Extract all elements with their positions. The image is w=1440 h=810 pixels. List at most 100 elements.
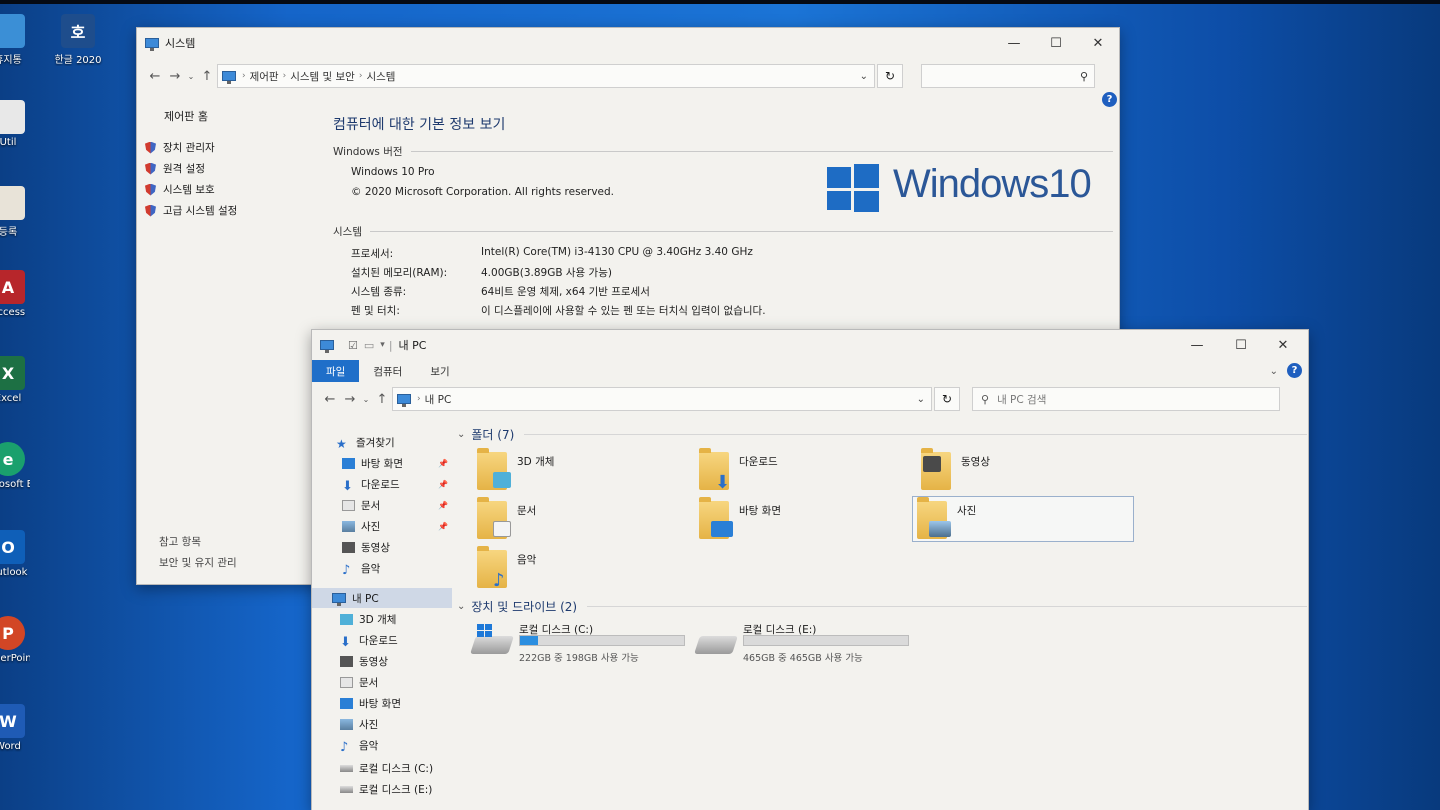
system-left-pane: 제어판 홈 장치 관리자 원격 설정 시스템 보호 고급 시스템 설정 참고 항… [137, 98, 317, 584]
desktop-icon-word[interactable]: W Word [0, 704, 30, 752]
system-section: 시스템 [333, 224, 1113, 239]
nav-pc-desktop[interactable]: 바탕 화면 [312, 693, 452, 713]
maximize-button[interactable]: ☐ [1035, 28, 1077, 58]
nav-pc-videos[interactable]: 동영상 [312, 651, 452, 671]
nav-pc-3d-objects[interactable]: 3D 개체 [312, 609, 452, 629]
back-arrow-icon[interactable]: ← [320, 392, 340, 407]
folder-downloads[interactable]: ⬇ 다운로드 [695, 448, 917, 494]
tab-computer[interactable]: 컴퓨터 [359, 360, 416, 382]
nav-pc-documents[interactable]: 문서 [312, 672, 452, 692]
drive-c[interactable]: 로컬 디스크 (C:) 222GB 중 198GB 사용 가능 [469, 622, 699, 668]
windows-logo-icon [477, 624, 493, 638]
pin-icon[interactable]: 📌 [438, 501, 448, 510]
security-maintenance-link[interactable]: 보안 및 유지 관리 [159, 555, 237, 570]
nav-quick-videos[interactable]: 동영상 [312, 537, 452, 557]
folder-desktop[interactable]: 바탕 화면 [695, 497, 917, 543]
nav-quick-music[interactable]: ♪ 음악 [312, 558, 452, 578]
advanced-system-settings-link[interactable]: 고급 시스템 설정 [145, 203, 237, 218]
chevron-down-icon[interactable]: ⌄ [917, 394, 925, 405]
link-label: 장치 관리자 [163, 142, 215, 154]
nav-quick-documents[interactable]: 문서 📌 [312, 495, 452, 515]
drives-group-header[interactable]: ⌄ 장치 및 드라이브 (2) [457, 598, 1307, 615]
remote-settings-link[interactable]: 원격 설정 [145, 161, 205, 176]
desktop-icon-util[interactable]: Util [0, 100, 30, 148]
chevron-down-icon[interactable]: ⌄ [860, 71, 868, 82]
search-input[interactable]: ⚲ [921, 64, 1095, 88]
pin-icon[interactable]: 📌 [438, 480, 448, 489]
ribbon-tabs: 파일 컴퓨터 보기 ⌄ ? [312, 360, 1308, 382]
tab-file[interactable]: 파일 [312, 360, 360, 382]
help-icon[interactable]: ? [1287, 363, 1302, 378]
pin-icon[interactable]: 📌 [438, 522, 448, 531]
copyright-text: © 2020 Microsoft Corporation. All rights… [351, 186, 615, 198]
breadcrumb-item[interactable]: 시스템 및 보안 [290, 69, 355, 84]
desktop-icon-outlook[interactable]: O Outlook [0, 530, 30, 578]
folder-3d-objects[interactable]: 3D 개체 [473, 448, 695, 494]
nav-quick-access[interactable]: ★ 즐겨찾기 [312, 432, 452, 452]
properties-icon[interactable]: ☑ [348, 339, 358, 352]
desktop-icon-powerpoint[interactable]: P PowerPoint [0, 616, 30, 664]
customize-toolbar-icon[interactable]: ▾ [380, 340, 385, 350]
nav-pc-drive-e[interactable]: 로컬 디스크 (E:) [312, 779, 452, 799]
nav-this-pc[interactable]: 내 PC [312, 588, 452, 608]
nav-pc-pictures[interactable]: 사진 [312, 714, 452, 734]
close-button[interactable]: ✕ [1077, 28, 1119, 58]
nav-pc-drive-c[interactable]: 로컬 디스크 (C:) [312, 758, 452, 778]
close-button[interactable]: ✕ [1262, 330, 1304, 360]
up-arrow-icon[interactable]: ↑ [197, 69, 217, 84]
pin-icon[interactable]: 📌 [438, 459, 448, 468]
nav-quick-downloads[interactable]: ⬇ 다운로드 📌 [312, 474, 452, 494]
breadcrumb-separator: › [358, 71, 363, 81]
nav-pc-music[interactable]: ♪ 음악 [312, 735, 452, 755]
up-arrow-icon[interactable]: ↑ [372, 392, 392, 407]
folder-videos[interactable]: 동영상 [917, 448, 1139, 494]
breadcrumb-item[interactable]: 내 PC [425, 392, 452, 407]
help-icon[interactable]: ? [1102, 92, 1117, 107]
recent-chevron-icon[interactable]: ⌄ [185, 72, 197, 81]
address-bar[interactable]: › 제어판 › 시스템 및 보안 › 시스템 ⌄ [217, 64, 875, 88]
search-input[interactable]: ⚲ 내 PC 검색 [972, 387, 1280, 411]
desktop-icon-recycle-bin[interactable]: 휴지통 [0, 14, 30, 66]
address-bar[interactable]: › 내 PC ⌄ [392, 387, 932, 411]
desktop-icon-excel[interactable]: X Excel [0, 356, 30, 404]
folder-pictures[interactable]: 사진 [912, 496, 1134, 542]
forward-arrow-icon[interactable]: → [165, 69, 185, 84]
desktop-icon-hangul[interactable]: 호 한글 2020 [48, 14, 108, 66]
folder-icon [477, 497, 511, 539]
desktop-icon-edge[interactable]: e Microsoft Edge [0, 442, 30, 490]
refresh-button[interactable]: ↻ [934, 387, 960, 411]
drive-e[interactable]: 로컬 디스크 (E:) 465GB 중 465GB 사용 가능 [693, 622, 923, 668]
system-protection-link[interactable]: 시스템 보호 [145, 182, 215, 197]
titlebar-separator: | [388, 338, 393, 352]
explorer-titlebar[interactable]: ☑ ▭ ▾ | 내 PC — ☐ ✕ [312, 330, 1308, 360]
forward-arrow-icon[interactable]: → [340, 392, 360, 407]
desktop-icon-register[interactable]: 등록 [0, 186, 30, 238]
see-also-heading: 참고 항목 [159, 536, 201, 548]
breadcrumb-item[interactable]: 시스템 [366, 69, 395, 84]
minimize-button[interactable]: — [1176, 330, 1218, 360]
control-panel-home-link[interactable]: 제어판 홈 [164, 108, 208, 124]
nav-quick-desktop[interactable]: 바탕 화면 📌 [312, 453, 452, 473]
nav-label: 로컬 디스크 (E:) [359, 783, 433, 796]
folders-group-header[interactable]: ⌄ 폴더 (7) [457, 426, 1307, 443]
nav-quick-pictures[interactable]: 사진 📌 [312, 516, 452, 536]
refresh-icon: ↻ [941, 392, 953, 406]
back-arrow-icon[interactable]: ← [145, 69, 165, 84]
nav-pc-downloads[interactable]: ⬇ 다운로드 [312, 630, 452, 650]
folder-music[interactable]: ♪ 음악 [473, 546, 695, 592]
desktop-icon-label: Microsoft Edge [0, 479, 30, 490]
ribbon-expand-icon[interactable]: ⌄ [1270, 366, 1278, 377]
system-titlebar[interactable]: 시스템 — ☐ ✕ [137, 28, 1119, 58]
tab-view[interactable]: 보기 [416, 360, 463, 382]
minimize-button[interactable]: — [993, 28, 1035, 58]
refresh-button[interactable]: ↻ [877, 64, 903, 88]
folder-documents[interactable]: 문서 [473, 497, 695, 543]
desktop-icon-access[interactable]: A Access [0, 270, 30, 318]
nav-label: 동영상 [361, 541, 390, 554]
section-divider [410, 151, 1113, 152]
device-manager-link[interactable]: 장치 관리자 [145, 140, 215, 155]
breadcrumb-item[interactable]: 제어판 [250, 69, 279, 84]
maximize-button[interactable]: ☐ [1220, 330, 1262, 360]
new-folder-icon[interactable]: ▭ [364, 339, 374, 352]
recent-chevron-icon[interactable]: ⌄ [360, 395, 372, 404]
